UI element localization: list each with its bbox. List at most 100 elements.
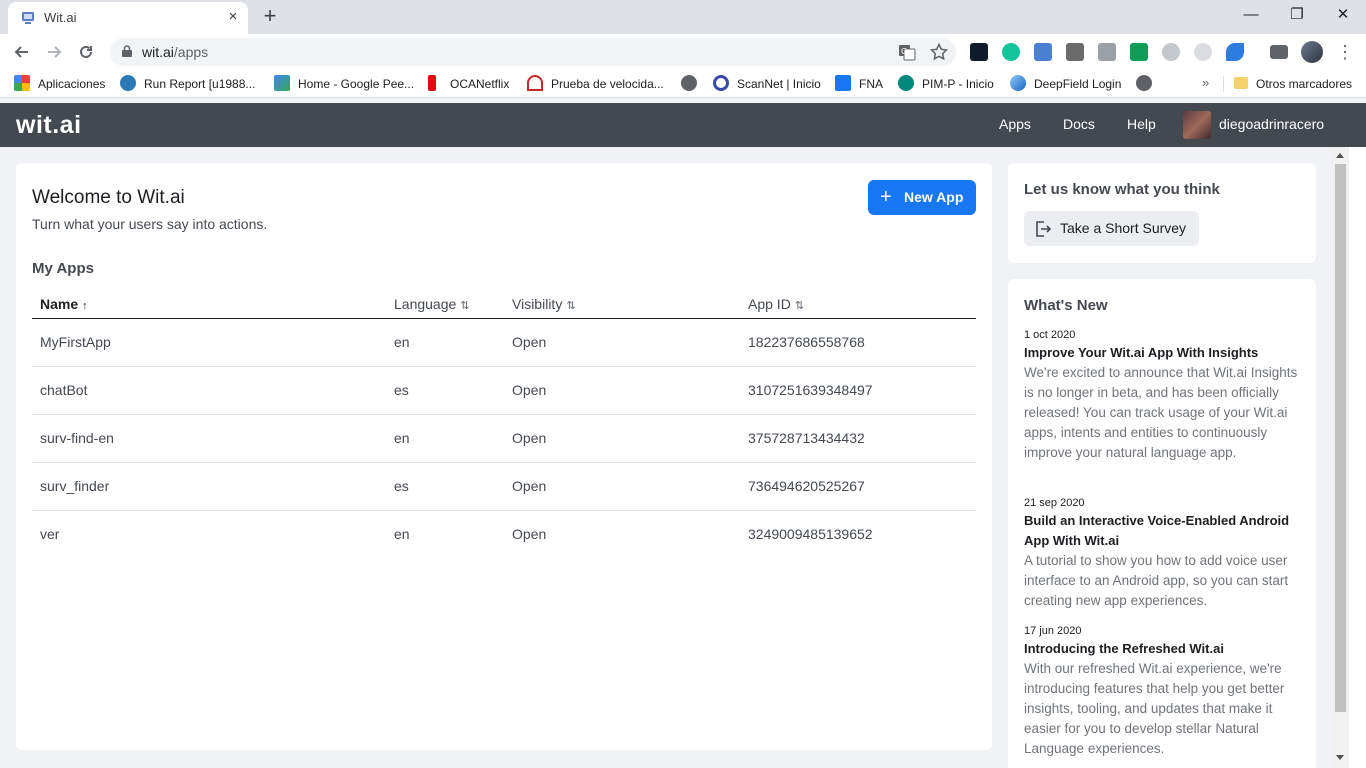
close-window-button[interactable]: ✕ bbox=[1332, 4, 1354, 26]
bookmark-item[interactable]: Home - Google Pee... bbox=[274, 75, 414, 93]
app-name[interactable]: MyFirstApp bbox=[40, 334, 111, 350]
wit-favicon-icon bbox=[22, 12, 34, 24]
column-header-language[interactable]: Language ⇅ bbox=[394, 296, 470, 312]
tab-title: Wit.ai bbox=[44, 10, 77, 25]
scrollbar-thumb[interactable] bbox=[1335, 164, 1346, 712]
close-tab-icon[interactable]: × bbox=[224, 8, 242, 26]
restore-window-button[interactable]: ❐ bbox=[1286, 4, 1308, 26]
news-headline[interactable]: Introducing the Refreshed Wit.ai bbox=[1024, 639, 1304, 659]
bookmark-item[interactable]: Aplicaciones bbox=[14, 75, 105, 93]
bookmark-item[interactable] bbox=[1136, 75, 1160, 93]
scroll-up-icon[interactable] bbox=[1336, 153, 1344, 158]
react-devtools-icon[interactable] bbox=[970, 43, 988, 61]
bookmark-item[interactable]: PIM-P - Inicio bbox=[898, 75, 994, 93]
user-avatar[interactable] bbox=[1183, 111, 1211, 139]
forward-arrow-icon[interactable] bbox=[42, 40, 66, 64]
user-name[interactable]: diegoadrinracero bbox=[1219, 116, 1324, 132]
table-row[interactable]: surv-find-en en Open 375728713434432 bbox=[32, 415, 976, 463]
folder-icon bbox=[1234, 77, 1248, 89]
wit-logo[interactable]: wit.ai bbox=[16, 111, 82, 140]
sort-ascending-icon: ↑ bbox=[82, 300, 88, 312]
extension-icon[interactable] bbox=[1194, 43, 1212, 61]
scannet-icon bbox=[713, 75, 729, 91]
bookmark-item[interactable]: DeepField Login bbox=[1010, 75, 1121, 93]
extension-icon[interactable] bbox=[1034, 43, 1052, 61]
apps-card: Welcome to Wit.ai Turn what your users s… bbox=[16, 163, 992, 750]
code-extension-icon[interactable] bbox=[1098, 43, 1116, 61]
page-scrollbar[interactable] bbox=[1332, 147, 1349, 768]
nav-docs-link[interactable]: Docs bbox=[1063, 116, 1095, 132]
app-visibility: Open bbox=[512, 526, 547, 542]
browser-toolbar: wit.ai/apps G ⋮ bbox=[0, 34, 1366, 70]
translate-icon[interactable]: G bbox=[898, 43, 916, 61]
bookmarks-divider bbox=[1223, 76, 1224, 92]
app-language: es bbox=[394, 382, 409, 398]
app-name[interactable]: surv_finder bbox=[40, 478, 109, 494]
app-name[interactable]: surv-find-en bbox=[40, 430, 114, 446]
app-name[interactable]: ver bbox=[40, 526, 59, 542]
bookmark-item[interactable]: ScanNet | Inicio bbox=[713, 75, 821, 93]
apps-grid-icon bbox=[14, 75, 30, 91]
back-arrow-icon[interactable] bbox=[10, 40, 34, 64]
sheets-extension-icon[interactable] bbox=[1130, 43, 1148, 61]
table-row[interactable]: MyFirstApp en Open 182237686558768 bbox=[32, 319, 976, 367]
speedometer-icon bbox=[527, 75, 543, 91]
news-body: A tutorial to show you how to add voice … bbox=[1024, 553, 1289, 608]
browser-tab[interactable]: Wit.ai × bbox=[8, 2, 248, 34]
app-language: en bbox=[394, 526, 410, 542]
nav-help-link[interactable]: Help bbox=[1127, 116, 1156, 132]
address-bar[interactable]: wit.ai/apps G bbox=[110, 38, 956, 66]
star-bookmark-icon[interactable] bbox=[930, 43, 948, 61]
media-control-icon[interactable] bbox=[1270, 45, 1288, 59]
lightning-extension-icon[interactable] bbox=[1162, 43, 1180, 61]
column-header-name[interactable]: Name ↑ bbox=[40, 296, 88, 312]
nav-apps-link[interactable]: Apps bbox=[999, 116, 1031, 132]
extension-icon[interactable] bbox=[1066, 43, 1084, 61]
new-tab-button[interactable]: + bbox=[258, 5, 282, 29]
bookmark-item[interactable] bbox=[681, 75, 705, 93]
external-link-icon bbox=[1036, 221, 1052, 237]
feedback-card: Let us know what you think Take a Short … bbox=[1008, 163, 1316, 263]
app-name[interactable]: chatBot bbox=[40, 382, 87, 398]
app-visibility: Open bbox=[512, 382, 547, 398]
minimize-window-button[interactable]: — bbox=[1240, 4, 1262, 26]
table-row[interactable]: surv_finder es Open 736494620525267 bbox=[32, 463, 976, 511]
column-header-app-id[interactable]: App ID ⇅ bbox=[748, 296, 804, 312]
news-body: With our refreshed Wit.ai experience, we… bbox=[1024, 661, 1285, 756]
globe-icon bbox=[1136, 75, 1152, 91]
browser-profile-avatar[interactable] bbox=[1301, 41, 1323, 63]
bookmark-item[interactable]: Run Report [u1988... bbox=[120, 75, 255, 93]
extension-icon[interactable] bbox=[1226, 43, 1244, 61]
app-visibility: Open bbox=[512, 478, 547, 494]
plus-icon: + bbox=[880, 186, 892, 208]
app-id: 3107251639348497 bbox=[748, 382, 873, 398]
scroll-down-icon[interactable] bbox=[1336, 755, 1344, 760]
my-apps-heading: My Apps bbox=[32, 260, 94, 277]
table-row[interactable]: ver en Open 3249009485139652 bbox=[32, 511, 976, 559]
other-bookmarks-folder[interactable]: Otros marcadores bbox=[1234, 75, 1352, 93]
bookmark-item[interactable]: OCANetflix bbox=[428, 75, 509, 93]
take-survey-button[interactable]: Take a Short Survey bbox=[1024, 211, 1199, 246]
bookmarks-bar: Aplicaciones Run Report [u1988... Home -… bbox=[0, 70, 1366, 98]
news-headline[interactable]: Build an Interactive Voice-Enabled Andro… bbox=[1024, 511, 1304, 551]
take-survey-label: Take a Short Survey bbox=[1060, 220, 1187, 236]
news-date: 17 jun 2020 bbox=[1024, 625, 1082, 637]
grammarly-icon[interactable] bbox=[1002, 43, 1020, 61]
whats-new-card: What's New 1 oct 2020 Improve Your Wit.a… bbox=[1008, 279, 1316, 768]
facebook-icon bbox=[835, 75, 851, 91]
bookmark-item[interactable]: FNA bbox=[835, 75, 883, 93]
whats-new-title: What's New bbox=[1024, 297, 1108, 314]
reload-icon[interactable] bbox=[74, 40, 98, 64]
more-bookmarks-button[interactable]: » bbox=[1202, 75, 1209, 90]
column-header-visibility[interactable]: Visibility ⇅ bbox=[512, 296, 576, 312]
browser-menu-icon[interactable]: ⋮ bbox=[1336, 40, 1354, 64]
bookmark-item[interactable]: Prueba de velocida... bbox=[527, 75, 664, 93]
news-headline[interactable]: Improve Your Wit.ai App With Insights bbox=[1024, 343, 1304, 363]
sort-icon: ⇅ bbox=[460, 300, 470, 312]
news-date: 1 oct 2020 bbox=[1024, 329, 1076, 341]
table-row[interactable]: chatBot es Open 3107251639348497 bbox=[32, 367, 976, 415]
app-language: en bbox=[394, 334, 410, 350]
new-app-button[interactable]: + New App bbox=[868, 180, 976, 215]
feedback-title: Let us know what you think bbox=[1024, 181, 1220, 198]
svg-text:G: G bbox=[901, 47, 907, 56]
